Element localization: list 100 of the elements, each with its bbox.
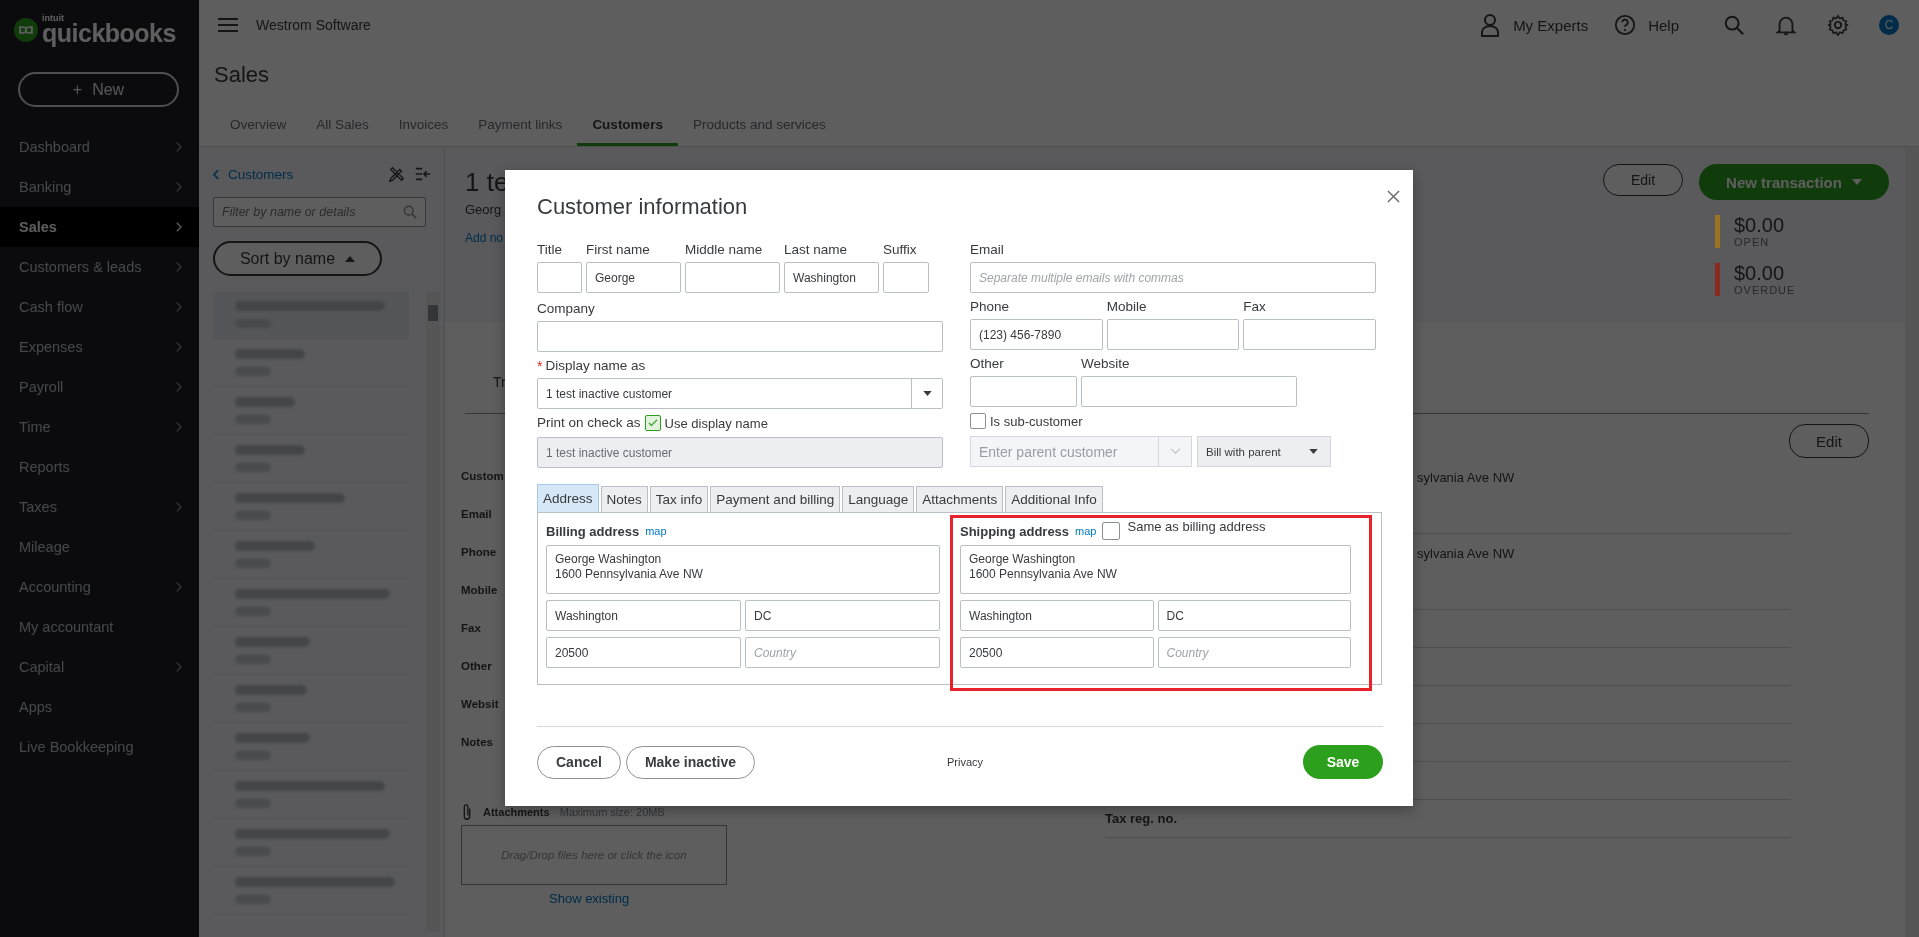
caret-icon [922, 391, 932, 396]
field-label: Mobile [461, 584, 498, 596]
field-label: Phone [970, 299, 1011, 315]
other-field[interactable] [970, 376, 1077, 407]
form-tab[interactable]: Payment and billing [710, 486, 841, 512]
first-name-field[interactable]: George [586, 262, 681, 293]
settings-icon[interactable] [1827, 14, 1849, 36]
field-label: Display name as [545, 358, 646, 374]
field-label: Fax [461, 622, 481, 634]
checkbox-label[interactable]: Is sub-customer [990, 413, 1083, 429]
form-tab[interactable]: Attachments [916, 486, 1004, 512]
zip-field[interactable]: 20500 [546, 637, 741, 668]
chevron-icon [1169, 448, 1181, 455]
form-tab[interactable]: Tax info [649, 486, 709, 512]
field-label: Websit [461, 698, 499, 710]
country-field[interactable]: Country [1157, 637, 1351, 668]
state-field[interactable]: DC [745, 600, 940, 631]
phone-field[interactable]: (123) 456-7890 [970, 319, 1103, 350]
field-label: Email [461, 508, 492, 520]
edit-button[interactable]: Edit [1603, 164, 1683, 196]
chevron-icon [175, 182, 182, 192]
detail-tab[interactable]: Tr [493, 366, 506, 390]
caret-icon [1309, 449, 1318, 454]
map-link[interactable]: map [1075, 525, 1097, 537]
brand-text: intuit [42, 14, 65, 23]
field-label: Suffix [883, 242, 918, 258]
chevron-icon [175, 662, 182, 672]
field-label: Website [1081, 356, 1131, 372]
privacy-link[interactable]: Privacy [947, 756, 984, 768]
chevron-icon [175, 382, 182, 392]
check-icon [647, 419, 658, 427]
field-label: Custom [461, 470, 504, 482]
back-link[interactable]: Customers [228, 166, 294, 182]
map-link[interactable]: map [645, 525, 667, 537]
sidebar-item[interactable]: Sales [0, 207, 199, 247]
checkbox-label[interactable]: Use display name [664, 415, 768, 431]
form-tab[interactable]: Address [537, 484, 599, 512]
add-notes-link[interactable]: Add no [465, 231, 504, 245]
field-value: sylvania Ave NW [1417, 546, 1515, 561]
cancel-button[interactable]: Cancel [537, 745, 621, 779]
country-field[interactable]: Country [745, 637, 940, 668]
fax-field[interactable] [1243, 319, 1376, 350]
email-field[interactable]: Separate multiple emails with commas [970, 262, 1376, 293]
avatar[interactable]: C [1879, 15, 1899, 35]
field-label: First name [586, 242, 651, 258]
help-link[interactable]: Help [1648, 16, 1679, 34]
bell-icon[interactable] [1775, 14, 1797, 36]
form-tab[interactable]: Additional Info [1005, 486, 1103, 512]
save-button[interactable]: Save [1303, 745, 1383, 779]
product-name: quickbooks [42, 21, 176, 46]
chevron-icon[interactable] [213, 168, 220, 180]
last-name-field[interactable]: Washington [784, 262, 879, 293]
new-button[interactable]: + New [18, 72, 179, 107]
zip-field[interactable]: 20500 [960, 637, 1154, 668]
city-field[interactable]: Washington [960, 600, 1154, 631]
required-mark: * [537, 358, 543, 374]
help-icon[interactable] [1614, 13, 1637, 37]
field-label: Middle name [685, 242, 764, 258]
chevron-icon [175, 582, 182, 592]
scrollbar[interactable] [426, 291, 440, 931]
caret-icon [1851, 179, 1862, 185]
form-tab[interactable]: Notes [600, 486, 648, 512]
title-field[interactable] [537, 262, 582, 293]
form-tab[interactable]: Language [842, 486, 915, 512]
street-field[interactable]: George Washington 1600 Pennsylvania Ave NW [960, 545, 1351, 594]
street-field[interactable]: George Washington 1600 Pennsylvania Ave NW [546, 545, 940, 594]
website-field[interactable] [1081, 376, 1297, 407]
field-label: Email [970, 242, 1005, 258]
pencil-ruler-icon[interactable] [388, 165, 406, 183]
chevron-icon [175, 142, 182, 152]
checkbox[interactable] [970, 413, 986, 429]
checkbox[interactable] [1102, 522, 1121, 540]
new-transaction-button[interactable]: New transaction [1699, 164, 1889, 200]
field-label: Other [461, 660, 492, 672]
field-label: Mobile [1106, 299, 1148, 315]
city-field[interactable]: Washington [546, 600, 741, 631]
billing-dropdown[interactable]: Bill with parent [1197, 436, 1331, 467]
state-field[interactable]: DC [1157, 600, 1351, 631]
checkbox-label[interactable]: Same as billing address [1127, 519, 1266, 534]
suffix-field[interactable] [883, 262, 929, 293]
company-field[interactable] [537, 321, 943, 352]
customer-subtitle: Georg [465, 202, 502, 217]
chevron-icon [175, 502, 182, 512]
sort-button[interactable]: Sort by name [213, 241, 382, 276]
display-name-dropdown[interactable]: 1 test inactive customer [537, 378, 943, 409]
edit-button[interactable]: Edit [1789, 424, 1869, 458]
checkbox[interactable] [644, 415, 661, 431]
show-existing-link[interactable]: Show existing [549, 891, 630, 906]
person-icon[interactable] [1479, 13, 1502, 37]
middle-name-field[interactable] [685, 262, 780, 293]
menu-icon[interactable] [218, 17, 238, 33]
field-label: Tax reg. no. [1105, 811, 1177, 826]
my-experts-link[interactable]: My Experts [1513, 16, 1589, 34]
close-icon[interactable] [1387, 190, 1400, 203]
mobile-field[interactable] [1106, 319, 1240, 350]
collapse-icon[interactable] [414, 165, 432, 183]
address-title: Billing address [546, 523, 640, 539]
search-icon[interactable] [1723, 14, 1745, 36]
chevron-icon [175, 222, 182, 232]
paperclip-icon [461, 803, 473, 821]
